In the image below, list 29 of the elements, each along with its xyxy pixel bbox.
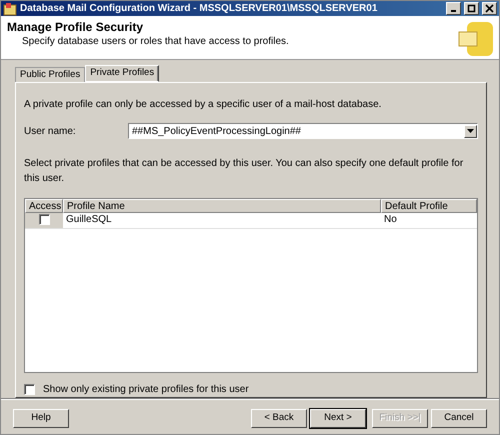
app-icon xyxy=(3,2,17,16)
close-icon xyxy=(485,4,494,13)
checkbox-label: Show only existing private profiles for this user xyxy=(43,383,249,397)
maximize-button[interactable] xyxy=(464,2,479,15)
page-subtitle: Specify database users or roles that have access to profiles. xyxy=(21,35,290,50)
table-cell-text: GuilleSQL xyxy=(65,213,113,227)
access-checkbox[interactable] xyxy=(38,214,50,225)
description-text: A private profile can only be accessed by a specific user of a mail-host database. xyxy=(24,98,382,112)
dropdown-arrow-icon xyxy=(467,129,474,133)
column-header: Default Profile xyxy=(381,199,477,213)
tab[interactable]: Private Profiles xyxy=(85,65,160,82)
wizard-button[interactable]: Cancel xyxy=(431,409,487,428)
window-title: Database Mail Configuration Wizard - MSSQLSERVER01\MSSQLSERVER01 xyxy=(20,2,378,16)
minimize-icon xyxy=(451,10,456,12)
instruction-text: Select private profiles that can be accessed by this user. You can also specify one default profile for this user. xyxy=(24,157,464,186)
user-name-dropdown[interactable]: ##MS_PolicyEventProcessingLogin## xyxy=(128,123,478,139)
page-title: Manage Profile Security xyxy=(7,20,144,34)
user-name-label: User name: xyxy=(24,124,77,138)
checkbox[interactable] xyxy=(24,384,35,395)
wizard-button[interactable]: < Back xyxy=(251,409,307,428)
tab[interactable]: Public Profiles xyxy=(15,67,86,82)
column-header: Access xyxy=(25,199,63,213)
minimize-button[interactable] xyxy=(446,2,461,15)
maximize-icon xyxy=(468,4,476,12)
column-header: Profile Name xyxy=(63,199,381,213)
wizard-button[interactable]: Next > xyxy=(310,409,366,428)
close-button[interactable] xyxy=(482,2,497,15)
wizard-button[interactable]: Help xyxy=(13,409,69,428)
table-cell-text: No xyxy=(383,213,398,227)
